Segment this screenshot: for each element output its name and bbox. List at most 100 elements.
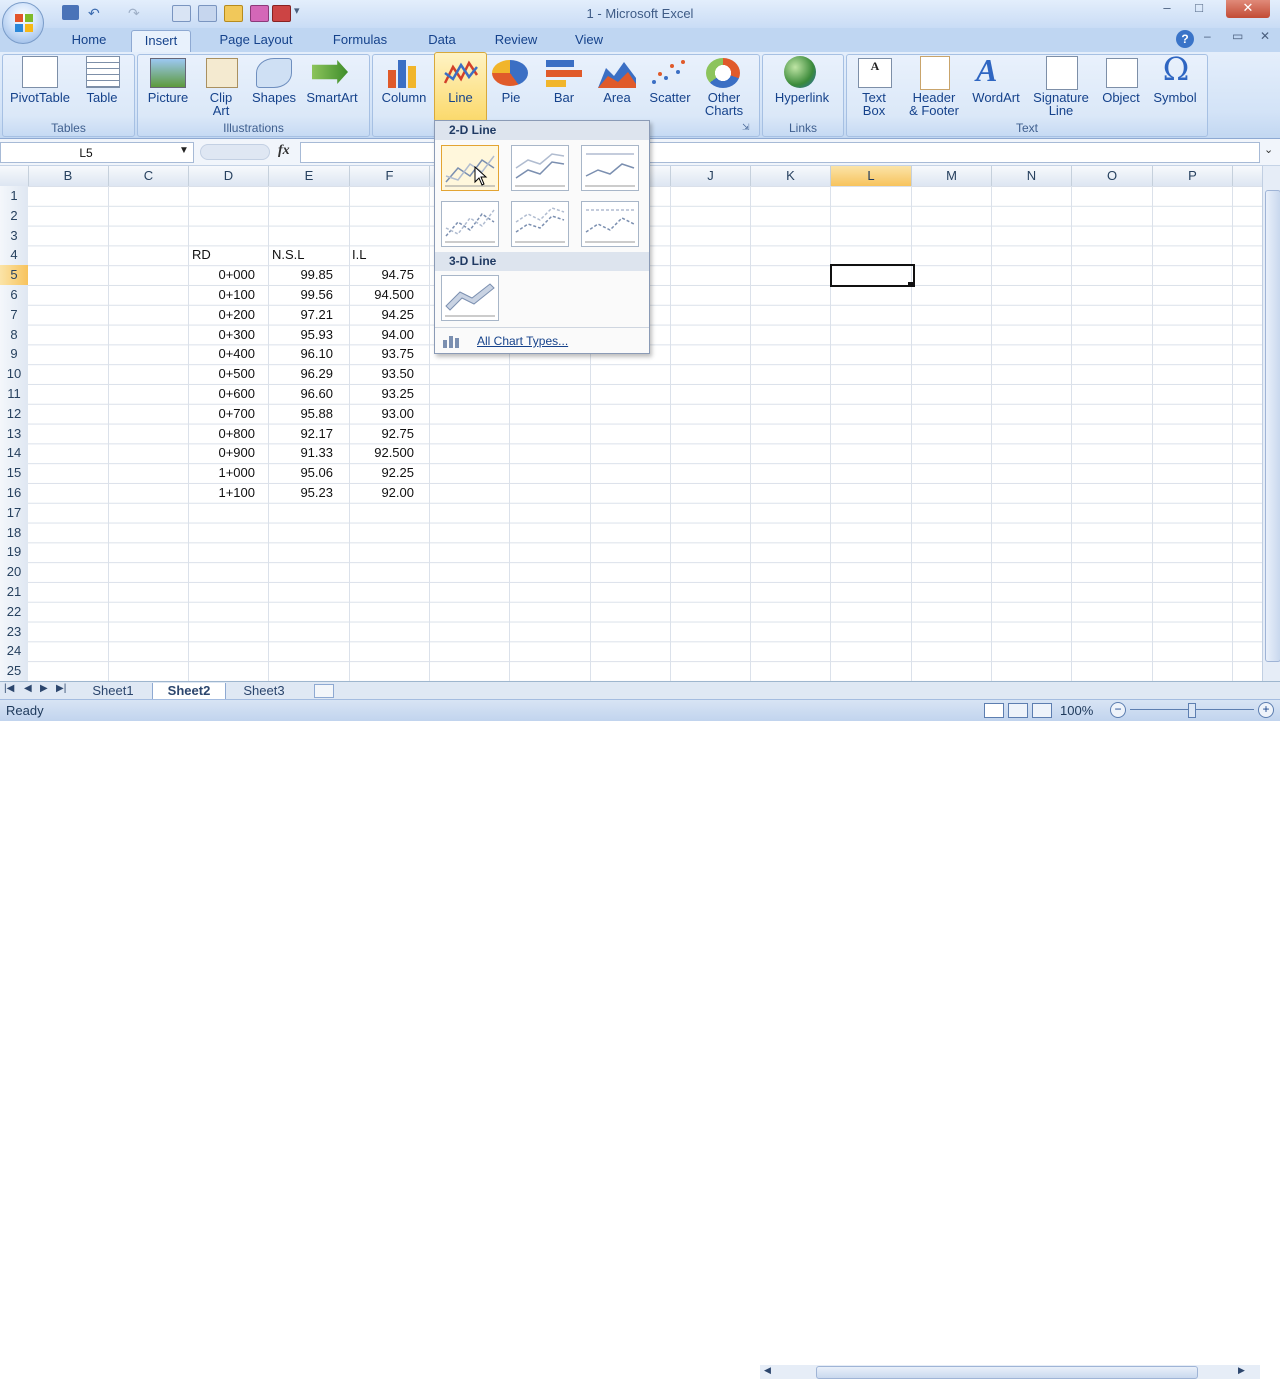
column-header-j[interactable]: J	[671, 166, 751, 186]
office-button[interactable]	[2, 2, 44, 44]
zoom-out-button[interactable]: −	[1110, 702, 1126, 718]
row-header[interactable]: 21	[0, 582, 28, 603]
row-header[interactable]: 20	[0, 562, 28, 584]
table-cell[interactable]: 1+100	[185, 483, 255, 503]
row-header[interactable]: 16	[0, 483, 28, 504]
shapes-button[interactable]: Shapes	[248, 91, 300, 104]
help-icon[interactable]: ?	[1176, 30, 1194, 48]
tab-page-layout[interactable]: Page Layout	[210, 30, 302, 52]
column-header-e[interactable]: E	[269, 166, 350, 186]
tab-review[interactable]: Review	[486, 30, 546, 52]
normal-view-icon[interactable]	[984, 703, 1004, 718]
column-header-b[interactable]: B	[28, 166, 109, 186]
table-cell[interactable]: 0+900	[185, 443, 255, 463]
select-all-corner[interactable]	[0, 166, 29, 186]
expand-formula-bar-icon[interactable]: ⌄	[1264, 143, 1273, 156]
charts-dialog-launcher-icon[interactable]: ⇲	[742, 122, 750, 133]
maximize-button[interactable]: □	[1178, 0, 1220, 18]
table-cell[interactable]: 0+500	[185, 364, 255, 384]
pie-chart-button[interactable]: Pie	[490, 91, 532, 104]
table-cell[interactable]: 1+000	[185, 463, 255, 483]
all-chart-types-link[interactable]: All Chart Types...	[435, 327, 649, 354]
row-header[interactable]: 2	[0, 205, 28, 227]
table-cell[interactable]: 0+400	[185, 344, 255, 364]
column-header-p[interactable]: P	[1153, 166, 1233, 186]
workbook-close-button[interactable]: ✕	[1260, 29, 1270, 43]
table-cell[interactable]: 0+600	[185, 384, 255, 404]
redo-icon[interactable]: ↷	[128, 5, 145, 21]
row-header[interactable]: 24	[0, 641, 28, 663]
horizontal-scroll-thumb[interactable]	[816, 1366, 1198, 1379]
row-header[interactable]: 8	[0, 324, 28, 346]
3d-line-chart-option[interactable]	[441, 275, 499, 321]
sheet-tab-sheet3[interactable]: Sheet3	[230, 683, 298, 699]
table-cell[interactable]: 92.00	[344, 483, 414, 503]
table-header-cell[interactable]: I.L	[352, 245, 366, 265]
line-chart-option[interactable]	[441, 145, 499, 191]
row-header[interactable]: 14	[0, 443, 28, 465]
name-box[interactable]: L5 ▼	[0, 142, 194, 163]
table-cell[interactable]: 96.29	[263, 364, 333, 384]
page-break-preview-icon[interactable]	[1032, 703, 1052, 718]
table-cell[interactable]: 93.00	[344, 404, 414, 424]
row-header[interactable]: 7	[0, 304, 28, 326]
column-header-n[interactable]: N	[992, 166, 1072, 186]
scroll-left-icon[interactable]: ◀	[764, 1365, 771, 1376]
open-folder-icon[interactable]	[224, 5, 243, 22]
bar-chart-button[interactable]: Bar	[544, 91, 584, 104]
pivottable-button[interactable]: PivotTable	[6, 91, 74, 104]
column-header-m[interactable]: M	[912, 166, 992, 186]
table-cell[interactable]: 0+300	[185, 325, 255, 345]
row-header[interactable]: 1	[0, 186, 28, 207]
percent-stacked-line-with-markers-option[interactable]	[581, 201, 639, 247]
fill-handle[interactable]	[908, 282, 913, 287]
hyperlink-button[interactable]: Hyperlink	[768, 91, 836, 104]
vertical-scrollbar[interactable]	[1262, 166, 1280, 681]
row-header[interactable]: 18	[0, 522, 28, 544]
row-header[interactable]: 23	[0, 621, 28, 643]
new-icon[interactable]	[172, 5, 191, 22]
text-box-button[interactable]: Text Box	[852, 91, 896, 117]
wordart-button[interactable]: WordArt	[966, 91, 1026, 104]
row-header[interactable]: 9	[0, 344, 28, 366]
object-button[interactable]: Object	[1096, 91, 1146, 104]
table-cell[interactable]: 92.75	[344, 424, 414, 444]
column-header-c[interactable]: C	[109, 166, 189, 186]
table-cell[interactable]: 92.17	[263, 424, 333, 444]
customize-qat-icon[interactable]: ▾	[294, 4, 300, 17]
other-charts-button[interactable]: Other Charts	[700, 91, 748, 117]
sheet-tab-sheet2[interactable]: Sheet2	[152, 683, 226, 700]
column-header-l[interactable]: L	[831, 166, 912, 186]
column-header-d[interactable]: D	[189, 166, 269, 186]
print-preview-icon[interactable]	[250, 5, 269, 22]
table-button[interactable]: Table	[80, 91, 124, 104]
row-header[interactable]: 6	[0, 285, 28, 306]
row-header[interactable]: 12	[0, 403, 28, 425]
row-header[interactable]: 22	[0, 601, 28, 623]
column-chart-button[interactable]: Column	[376, 91, 432, 104]
percent-stacked-line-chart-option[interactable]	[581, 145, 639, 191]
next-sheet-icon[interactable]: ▶	[40, 683, 48, 694]
table-cell[interactable]: 91.33	[263, 443, 333, 463]
last-sheet-icon[interactable]: ▶|	[56, 683, 66, 694]
prev-sheet-icon[interactable]: ◀	[24, 683, 32, 694]
row-header[interactable]: 17	[0, 502, 28, 524]
symbol-button[interactable]: Symbol	[1148, 91, 1202, 104]
row-header[interactable]: 10	[0, 364, 28, 386]
line-with-markers-option[interactable]	[441, 201, 499, 247]
signature-line-button[interactable]: Signature Line	[1030, 91, 1092, 117]
column-header-f[interactable]: F	[350, 166, 430, 186]
row-header[interactable]: 19	[0, 542, 28, 564]
save-icon[interactable]	[62, 5, 79, 20]
table-cell[interactable]: 94.00	[344, 325, 414, 345]
vertical-scroll-thumb[interactable]	[1265, 190, 1280, 662]
undo-icon[interactable]: ↶	[88, 5, 105, 21]
tab-formulas[interactable]: Formulas	[322, 30, 398, 52]
table-cell[interactable]: 92.500	[344, 443, 414, 463]
workbook-minimize-button[interactable]: –	[1204, 29, 1211, 43]
stacked-line-chart-option[interactable]	[511, 145, 569, 191]
table-cell[interactable]: 93.50	[344, 364, 414, 384]
row-header[interactable]: 15	[0, 463, 28, 485]
table-header-cell[interactable]: N.S.L	[272, 245, 305, 265]
table-cell[interactable]: 0+000	[185, 265, 255, 285]
